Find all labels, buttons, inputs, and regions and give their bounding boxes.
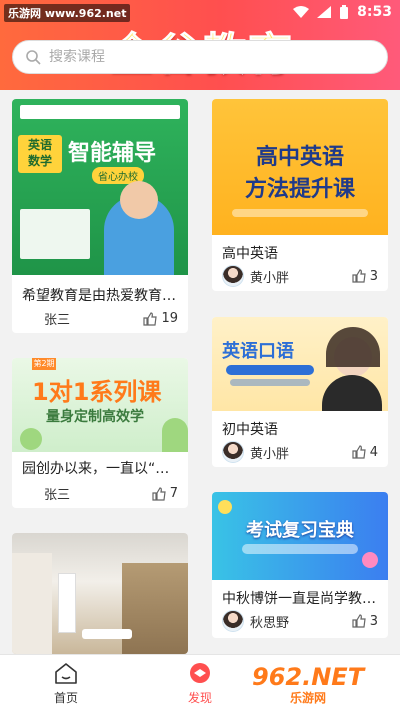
signal-icon [317, 6, 332, 18]
course-card[interactable]: 英语 数学 智能辅导 省心办校 希望教育是由热爱教育… 张三 19 [12, 99, 188, 333]
tab-discover[interactable]: 发现 [170, 661, 230, 706]
battery-icon [340, 5, 349, 19]
course-author: 张三 [44, 488, 71, 503]
status-icons: 8:53 [293, 4, 392, 20]
thumb-sub: 量身定制高效学 [46, 409, 144, 425]
author-avatar [222, 610, 244, 632]
course-author: 秋思野 [250, 615, 290, 631]
like-button[interactable]: 7 [152, 486, 178, 501]
thumb-badge: 第2期 [32, 358, 56, 370]
course-meta: 黄小胖 3 [222, 265, 378, 287]
thumb-headline: 智能辅导 [68, 141, 157, 166]
course-author: 黄小胖 [250, 446, 290, 462]
thumbs-up-icon [352, 445, 366, 459]
like-button[interactable]: 3 [352, 269, 378, 284]
thumbs-up-icon [352, 614, 366, 628]
course-thumbnail: 英语口语 [212, 317, 388, 411]
thumbs-up-icon [143, 311, 158, 326]
course-thumbnail: 第2期 1对1系列课 量身定制高效学 [12, 358, 188, 452]
like-button[interactable]: 4 [352, 445, 378, 460]
course-meta: 张三 7 [22, 484, 178, 503]
course-card[interactable]: 考试复习宝典 中秋博饼一直是尚学教… 秋思野 3 [212, 492, 388, 638]
course-thumbnail: 考试复习宝典 [212, 492, 388, 580]
search-icon [26, 50, 41, 65]
course-meta: 黄小胖 4 [222, 441, 378, 463]
like-count: 4 [369, 444, 378, 460]
course-title: 高中英语 [222, 246, 278, 262]
course-title: 园创办以来，一直以“健… [22, 461, 178, 477]
bottom-tab-bar: 首页 发现 962.NET 乐游网 [0, 654, 400, 711]
wifi-icon [293, 6, 310, 18]
thumb-headline: 英语口语 [222, 341, 294, 362]
header-bar: 乐游网 www.962.net 8:53 金谷教育 [0, 0, 400, 90]
author-avatar [222, 265, 244, 287]
tab-home[interactable]: 首页 [36, 661, 96, 706]
thumb-headline: 高中英语 [255, 145, 344, 170]
like-button[interactable]: 19 [143, 311, 178, 326]
course-thumbnail: 高中英语 方法提升课 [212, 99, 388, 235]
thumb-headline-2: 方法提升课 [244, 177, 355, 202]
course-card[interactable]: 英语口语 初中英语 黄小胖 4 [212, 317, 388, 467]
watermark-logo: 962.NET 乐游网 [244, 663, 394, 707]
thumbs-up-icon [152, 486, 166, 501]
course-title: 中秋博饼一直是尚学教… [222, 591, 376, 607]
like-button[interactable]: 3 [352, 614, 378, 629]
course-thumbnail: 英语 数学 智能辅导 省心办校 [12, 99, 188, 275]
course-title: 希望教育是由热爱教育… [22, 288, 176, 304]
thumb-tag: 英语 数学 [18, 135, 62, 173]
like-count: 3 [369, 268, 378, 284]
course-thumbnail [12, 533, 188, 654]
course-card[interactable] [12, 533, 188, 654]
discover-icon [190, 663, 210, 683]
home-icon [55, 663, 77, 684]
like-count: 3 [369, 613, 378, 629]
course-author: 张三 [44, 313, 71, 328]
course-card[interactable]: 高中英语 方法提升课 高中英语 黄小胖 3 [212, 99, 388, 291]
author-avatar [222, 441, 244, 463]
like-count: 7 [169, 486, 178, 501]
course-meta: 秋思野 3 [222, 610, 378, 632]
course-meta: 张三 19 [22, 309, 178, 328]
like-count: 19 [161, 311, 178, 326]
course-author: 黄小胖 [250, 270, 290, 286]
thumbs-up-icon [352, 269, 366, 283]
course-title: 初中英语 [222, 422, 278, 438]
course-card[interactable]: 第2期 1对1系列课 量身定制高效学 园创办以来，一直以“健… 张三 7 [12, 358, 188, 508]
thumb-headline: 1对1系列课 [32, 378, 162, 406]
thumb-headline: 考试复习宝典 [246, 520, 354, 541]
tab-home-label: 首页 [53, 691, 78, 705]
tab-discover-label: 发现 [187, 691, 212, 705]
watermark-big: 962.NET [252, 663, 365, 691]
watermark-small: 乐游网 [290, 691, 327, 705]
search-box[interactable] [12, 40, 388, 74]
status-time: 8:53 [357, 4, 392, 20]
search-input[interactable] [49, 49, 249, 65]
